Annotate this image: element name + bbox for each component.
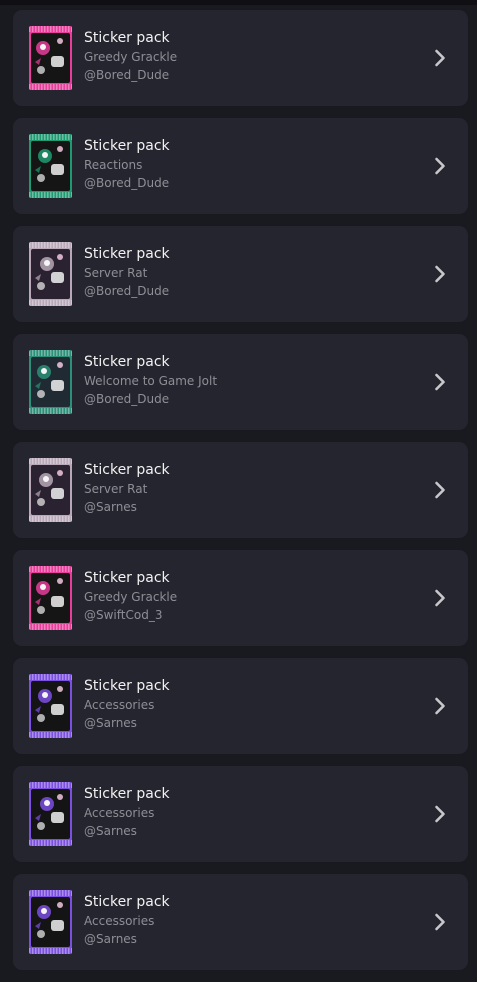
chevron-right-icon[interactable] xyxy=(434,48,446,68)
pack-name: Accessories xyxy=(84,914,155,928)
sticker-pack-list: Sticker pack Greedy Grackle @Bored_Dude … xyxy=(13,10,468,982)
greedy-grackle-pack-thumbnail xyxy=(29,566,72,630)
chevron-right-icon[interactable] xyxy=(434,156,446,176)
pack-texts: Sticker pack Accessories @Sarnes xyxy=(84,892,170,948)
top-edge-bar xyxy=(0,0,477,5)
pack-title: Sticker pack xyxy=(84,570,170,586)
sticker-pack-card-5[interactable]: Sticker pack Server Rat @Sarnes xyxy=(13,442,468,538)
pack-texts: Sticker pack Accessories @Sarnes xyxy=(84,784,170,840)
sticker-pack-card-1[interactable]: Sticker pack Greedy Grackle @Bored_Dude xyxy=(13,10,468,106)
pack-name: Reactions xyxy=(84,158,143,172)
sticker-pack-card-8[interactable]: Sticker pack Accessories @Sarnes xyxy=(13,766,468,862)
pack-owner: @Sarnes xyxy=(84,824,137,838)
accessories-pack-thumbnail xyxy=(29,674,72,738)
pack-texts: Sticker pack Greedy Grackle @Bored_Dude xyxy=(84,28,177,84)
server-rat-pack-thumbnail xyxy=(29,242,72,306)
pack-title: Sticker pack xyxy=(84,138,170,154)
sticker-pack-card-3[interactable]: Sticker pack Server Rat @Bored_Dude xyxy=(13,226,468,322)
pack-name: Server Rat xyxy=(84,482,148,496)
pack-owner: @Bored_Dude xyxy=(84,392,170,406)
chevron-right-icon[interactable] xyxy=(434,264,446,284)
pack-title: Sticker pack xyxy=(84,786,170,802)
pack-title: Sticker pack xyxy=(84,246,170,262)
pack-name: Greedy Grackle xyxy=(84,590,178,604)
server-rat-pack-thumbnail xyxy=(29,458,72,522)
pack-texts: Sticker pack Accessories @Sarnes xyxy=(84,676,170,732)
pack-name: Greedy Grackle xyxy=(84,50,178,64)
pack-title: Sticker pack xyxy=(84,354,170,370)
sticker-pack-card-9[interactable]: Sticker pack Accessories @Sarnes xyxy=(13,874,468,970)
pack-name: Accessories xyxy=(84,806,155,820)
pack-owner: @Sarnes xyxy=(84,716,137,730)
pack-texts: Sticker pack Greedy Grackle @SwiftCod_3 xyxy=(84,568,177,624)
pack-owner: @Bored_Dude xyxy=(84,284,170,298)
pack-title: Sticker pack xyxy=(84,30,170,46)
pack-texts: Sticker pack Server Rat @Sarnes xyxy=(84,460,170,516)
pack-owner: @Sarnes xyxy=(84,932,137,946)
pack-title: Sticker pack xyxy=(84,462,170,478)
pack-owner: @Bored_Dude xyxy=(84,68,170,82)
pack-owner: @Sarnes xyxy=(84,500,137,514)
greedy-grackle-pack-thumbnail xyxy=(29,26,72,90)
pack-name: Accessories xyxy=(84,698,155,712)
chevron-right-icon[interactable] xyxy=(434,912,446,932)
reactions-pack-thumbnail xyxy=(29,134,72,198)
pack-name: Welcome to Game Jolt xyxy=(84,374,218,388)
sticker-pack-card-2[interactable]: Sticker pack Reactions @Bored_Dude xyxy=(13,118,468,214)
pack-texts: Sticker pack Reactions @Bored_Dude xyxy=(84,136,170,192)
welcome-pack-thumbnail xyxy=(29,350,72,414)
pack-texts: Sticker pack Server Rat @Bored_Dude xyxy=(84,244,170,300)
chevron-right-icon[interactable] xyxy=(434,804,446,824)
pack-owner: @SwiftCod_3 xyxy=(84,608,163,622)
chevron-right-icon[interactable] xyxy=(434,480,446,500)
chevron-right-icon[interactable] xyxy=(434,372,446,392)
sticker-pack-card-7[interactable]: Sticker pack Accessories @Sarnes xyxy=(13,658,468,754)
pack-texts: Sticker pack Welcome to Game Jolt @Bored… xyxy=(84,352,217,408)
accessories-pack-thumbnail xyxy=(29,890,72,954)
chevron-right-icon[interactable] xyxy=(434,696,446,716)
pack-title: Sticker pack xyxy=(84,894,170,910)
pack-name: Server Rat xyxy=(84,266,148,280)
pack-owner: @Bored_Dude xyxy=(84,176,170,190)
accessories-pack-thumbnail xyxy=(29,782,72,846)
sticker-pack-card-4[interactable]: Sticker pack Welcome to Game Jolt @Bored… xyxy=(13,334,468,430)
pack-title: Sticker pack xyxy=(84,678,170,694)
chevron-right-icon[interactable] xyxy=(434,588,446,608)
sticker-pack-card-6[interactable]: Sticker pack Greedy Grackle @SwiftCod_3 xyxy=(13,550,468,646)
